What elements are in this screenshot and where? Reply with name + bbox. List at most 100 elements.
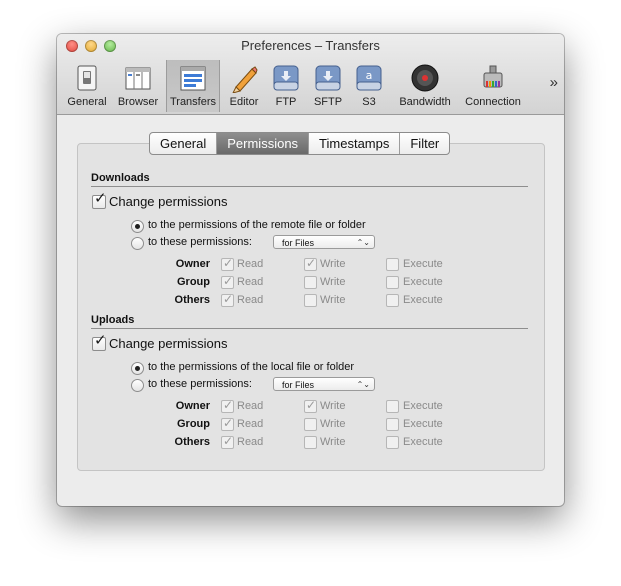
toolbar-item-s3[interactable]: a S3 (350, 60, 388, 112)
read-label: Read (237, 400, 264, 412)
others-label: Others (174, 294, 210, 306)
write-label: Write (320, 276, 346, 288)
toolbar-item-editor[interactable]: Editor (223, 60, 265, 112)
checkmark-icon: ✓ (94, 331, 107, 349)
downloads-files-popup[interactable]: for Files ⌃⌄ (273, 235, 375, 249)
uploads-these-radio[interactable] (131, 379, 144, 392)
execute-label: Execute (403, 418, 443, 430)
uploads-owner-execute-checkbox[interactable]: ✓ (386, 400, 399, 413)
s3-disk-icon: a (354, 63, 384, 93)
uploads-local-label[interactable]: to the permissions of the local file or … (148, 361, 354, 373)
downloads-owner-write-checkbox[interactable]: ✓ (304, 256, 317, 271)
uploads-change-permissions-checkbox[interactable]: ✓ (92, 332, 107, 351)
write-label: Write (320, 418, 346, 430)
uploads-divider (91, 328, 528, 329)
group-label: Group (177, 276, 210, 288)
execute-label: Execute (403, 258, 443, 270)
downloads-heading: Downloads (91, 172, 150, 184)
downloads-others-write-checkbox[interactable]: ✓ (304, 294, 317, 307)
uploads-group-write-checkbox[interactable]: ✓ (304, 418, 317, 431)
read-label: Read (237, 418, 264, 430)
uploads-group-read-checkbox[interactable]: ✓ (221, 416, 234, 431)
toolbar-label: Transfers (169, 96, 217, 108)
toolbar-item-ftp[interactable]: FTP (267, 60, 305, 112)
tab-general[interactable]: General (150, 133, 218, 154)
write-label: Write (320, 436, 346, 448)
browser-icon (123, 63, 153, 93)
execute-label: Execute (403, 276, 443, 288)
uploads-owner-write-checkbox[interactable]: ✓ (304, 398, 317, 413)
downloads-owner-read-checkbox[interactable]: ✓ (221, 256, 234, 271)
downloads-remote-label[interactable]: to the permissions of the remote file or… (148, 219, 366, 231)
toolbar-label: Bandwidth (399, 96, 451, 108)
toolbar-item-connection[interactable]: Connection (460, 60, 526, 112)
window-title: Preferences – Transfers (241, 38, 380, 53)
switch-icon (72, 63, 102, 93)
tab-bar: General Permissions Timestamps Filter (149, 132, 451, 155)
toolbar-item-sftp[interactable]: SFTP (308, 60, 348, 112)
uploads-change-permissions-label[interactable]: Change permissions (109, 336, 228, 351)
read-label: Read (237, 436, 264, 448)
downloads-owner-execute-checkbox[interactable]: ✓ (386, 258, 399, 271)
toolbar-label: SFTP (313, 96, 343, 108)
owner-label: Owner (175, 258, 210, 270)
popup-value: for Files (282, 238, 315, 248)
others-label: Others (174, 436, 210, 448)
pencil-icon (229, 63, 259, 93)
uploads-files-popup[interactable]: for Files ⌃⌄ (273, 377, 375, 391)
downloads-others-read-checkbox[interactable]: ✓ (221, 292, 234, 307)
uploads-these-label[interactable]: to these permissions: (148, 378, 252, 390)
uploads-heading: Uploads (91, 314, 135, 326)
transfers-icon (178, 63, 208, 93)
toolbar-item-transfers[interactable]: Transfers (166, 60, 220, 112)
uploads-others-read-checkbox[interactable]: ✓ (221, 434, 234, 449)
uploads-owner-read-checkbox[interactable]: ✓ (221, 398, 234, 413)
toolbar-overflow-button[interactable]: » (550, 74, 558, 91)
read-label: Read (237, 258, 264, 270)
execute-label: Execute (403, 400, 443, 412)
uploads-group-execute-checkbox[interactable]: ✓ (386, 418, 399, 431)
uploads-others-write-checkbox[interactable]: ✓ (304, 436, 317, 449)
checkmark-icon: ✓ (94, 189, 107, 207)
toolbar-label: FTP (275, 96, 297, 108)
gauge-icon (410, 63, 440, 93)
downloads-change-permissions-label[interactable]: Change permissions (109, 194, 228, 209)
downloads-these-label[interactable]: to these permissions: (148, 236, 252, 248)
svg-text:a: a (366, 69, 373, 82)
network-plug-icon (478, 63, 508, 93)
tab-permissions[interactable]: Permissions (217, 133, 310, 154)
uploads-others-execute-checkbox[interactable]: ✓ (386, 436, 399, 449)
write-label: Write (320, 258, 346, 270)
ftp-disk-icon (271, 63, 301, 93)
downloads-these-radio[interactable] (131, 237, 144, 250)
group-label: Group (177, 418, 210, 430)
toolbar-label: General (67, 96, 107, 108)
downloads-group-write-checkbox[interactable]: ✓ (304, 276, 317, 289)
downloads-divider (91, 186, 528, 187)
toolbar-label: Browser (117, 96, 159, 108)
read-label: Read (237, 276, 264, 288)
owner-label: Owner (175, 400, 210, 412)
downloads-remote-radio[interactable] (131, 220, 144, 233)
popup-arrows-icon: ⌃⌄ (356, 380, 370, 389)
downloads-group-read-checkbox[interactable]: ✓ (221, 274, 234, 289)
preferences-window: Preferences – Transfers General Browser … (57, 34, 564, 506)
execute-label: Execute (403, 294, 443, 306)
read-label: Read (237, 294, 264, 306)
write-label: Write (320, 294, 346, 306)
toolbar-label: Editor (229, 96, 259, 108)
downloads-others-execute-checkbox[interactable]: ✓ (386, 294, 399, 307)
toolbar-item-bandwidth[interactable]: Bandwidth (390, 60, 460, 112)
sftp-disk-icon (313, 63, 343, 93)
toolbar-item-browser[interactable]: Browser (113, 60, 163, 112)
downloads-change-permissions-checkbox[interactable]: ✓ (92, 190, 107, 209)
toolbar-label: S3 (362, 96, 376, 108)
toolbar-label: Connection (465, 96, 521, 108)
tab-filter[interactable]: Filter (400, 133, 449, 154)
toolbar-item-general[interactable]: General (63, 60, 111, 112)
popup-arrows-icon: ⌃⌄ (356, 238, 370, 247)
tab-timestamps[interactable]: Timestamps (309, 133, 401, 154)
popup-value: for Files (282, 380, 315, 390)
uploads-local-radio[interactable] (131, 362, 144, 375)
downloads-group-execute-checkbox[interactable]: ✓ (386, 276, 399, 289)
